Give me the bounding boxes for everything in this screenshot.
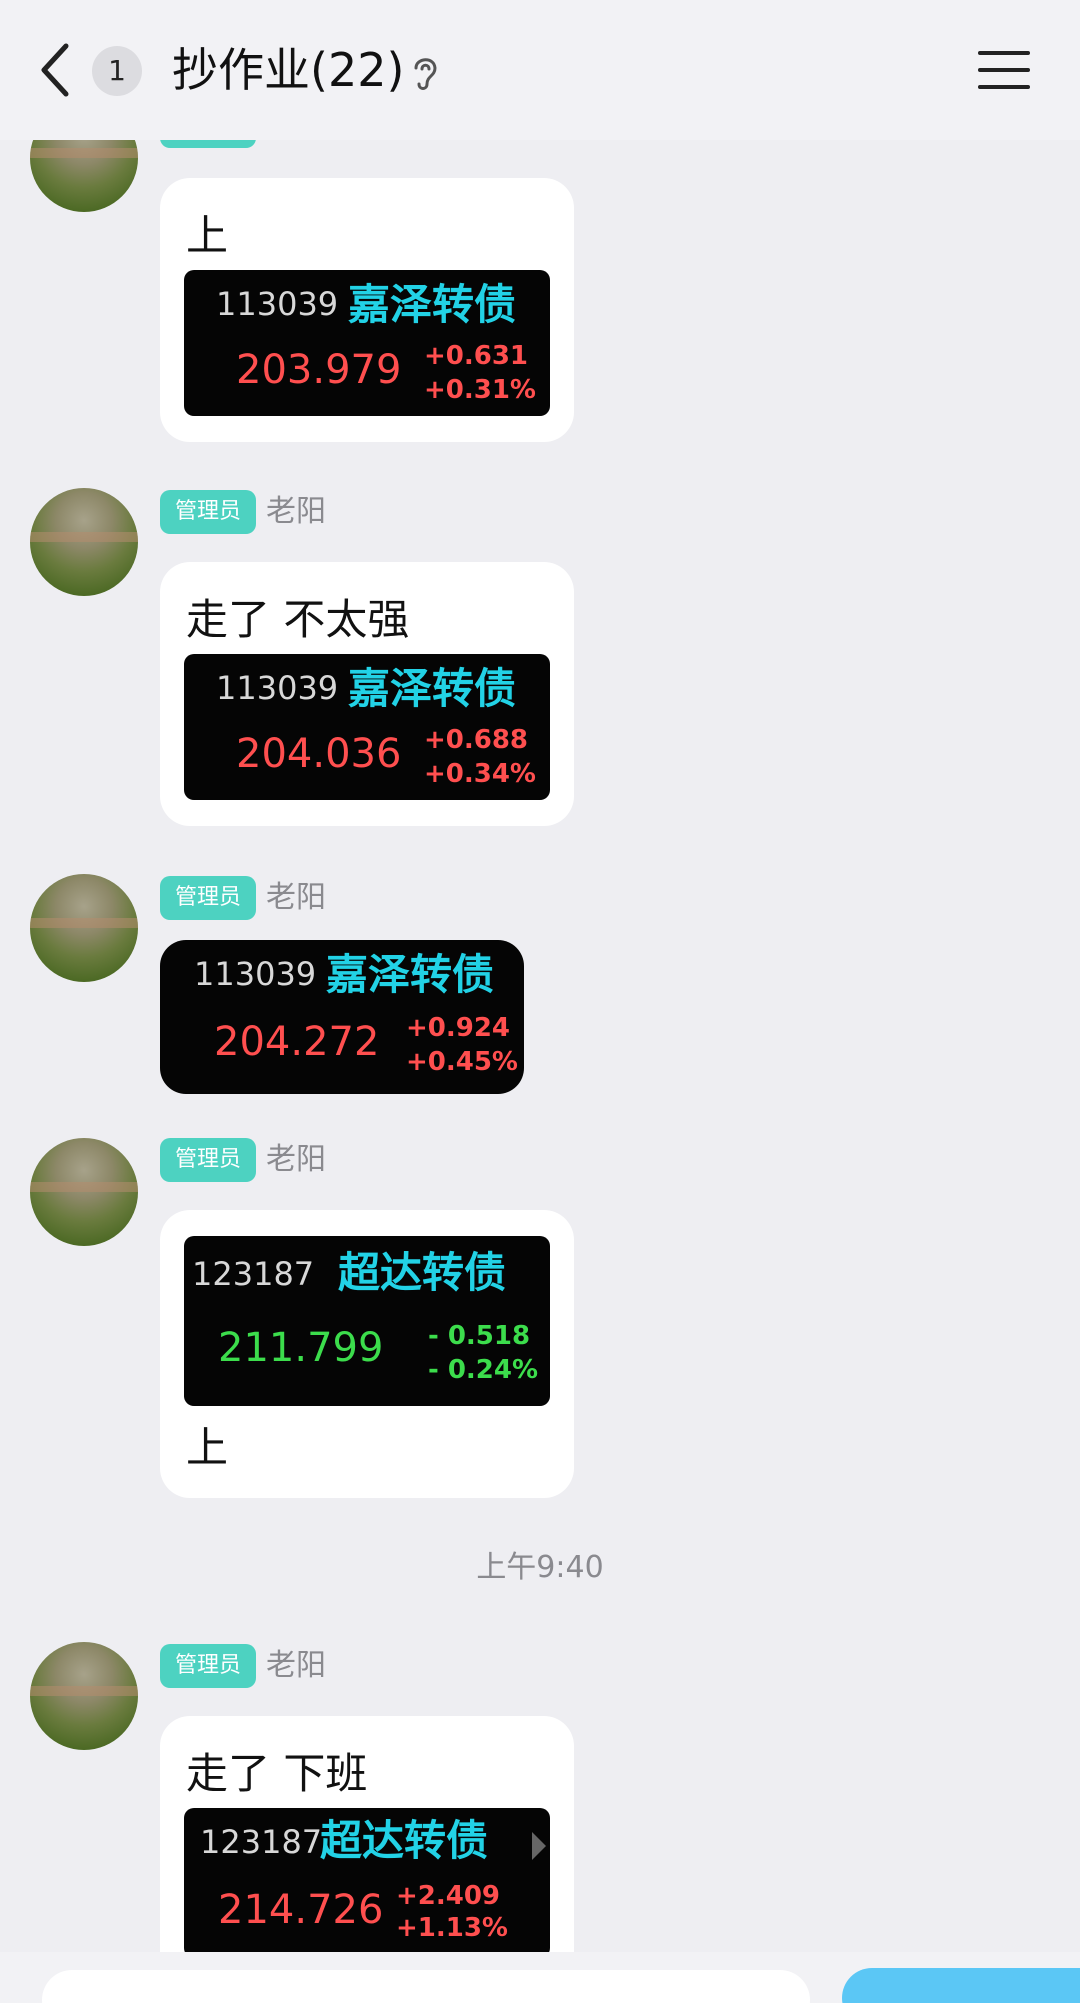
quote-change-percent: +0.31% xyxy=(424,375,536,405)
unread-count-badge[interactable]: 1 xyxy=(92,46,142,96)
back-icon[interactable] xyxy=(36,40,76,100)
quote-change-percent: +0.45% xyxy=(406,1047,518,1077)
sender-name: 老阳 xyxy=(266,1142,326,1177)
quote-name: 嘉泽转债 xyxy=(326,950,495,999)
quote-change-percent: +0.34% xyxy=(424,759,536,789)
quote-image[interactable]: 113039 嘉泽转债 204.272 +0.924 +0.45% xyxy=(160,940,524,1094)
input-bar xyxy=(0,1952,1080,2003)
quote-code: 123187 xyxy=(192,1255,315,1293)
avatar[interactable] xyxy=(30,874,138,982)
avatar[interactable] xyxy=(30,1138,138,1246)
quote-code: 113039 xyxy=(216,669,339,707)
quote-image[interactable]: 123187 超达转债 211.799 - 0.518 - 0.24% xyxy=(184,1236,550,1406)
menu-icon[interactable] xyxy=(978,48,1030,92)
quote-image[interactable]: 113039 嘉泽转债 204.036 +0.688 +0.34% xyxy=(184,654,550,800)
message-input[interactable] xyxy=(42,1970,810,2003)
quote-code: 123187 xyxy=(200,1823,323,1861)
quote-code: 113039 xyxy=(194,955,317,993)
quote-price: 203.979 xyxy=(236,347,402,393)
role-badge: 管理员 xyxy=(160,1644,256,1688)
message-bubble[interactable]: 上 113039 嘉泽转债 203.979 +0.631 +0.31% xyxy=(160,178,574,442)
time-separator: 上午9:40 xyxy=(476,1550,604,1585)
quote-image[interactable]: 123187 超达转债 214.726 +2.409 +1.13% xyxy=(184,1808,550,1958)
quote-price: 214.726 xyxy=(218,1887,384,1933)
message-bubble[interactable]: 走了 不太强 113039 嘉泽转债 204.036 +0.688 +0.34% xyxy=(160,562,574,826)
message-bubble[interactable]: 123187 超达转债 211.799 - 0.518 - 0.24% 上 xyxy=(160,1210,574,1498)
quote-name: 嘉泽转债 xyxy=(348,664,517,713)
quote-change: +2.409 xyxy=(396,1881,501,1911)
sender-name: 老阳 xyxy=(266,880,326,915)
avatar[interactable] xyxy=(30,1642,138,1750)
quote-change-percent: +1.13% xyxy=(396,1913,508,1943)
sender-name: 老阳 xyxy=(266,494,326,529)
role-badge: 管理员 xyxy=(160,490,256,534)
quote-price: 204.272 xyxy=(214,1019,380,1065)
quote-code: 113039 xyxy=(216,285,339,323)
send-button[interactable] xyxy=(842,1968,1080,2003)
quote-name: 超达转债 xyxy=(320,1816,489,1865)
role-badge: 管理员 xyxy=(160,1138,256,1182)
quote-change: - 0.518 xyxy=(428,1321,531,1351)
quote-change-percent: - 0.24% xyxy=(428,1355,539,1385)
quote-image[interactable]: 113039 嘉泽转债 203.979 +0.631 +0.31% xyxy=(184,270,550,416)
message-text: 上 xyxy=(186,1423,229,1472)
chat-title[interactable]: 抄作业(22) xyxy=(172,38,404,102)
role-badge: 管理员 xyxy=(160,876,256,920)
ear-icon[interactable] xyxy=(408,52,442,92)
message-text: 走了 下班 xyxy=(186,1749,368,1798)
quote-change: +0.631 xyxy=(424,341,529,371)
quote-change: +0.924 xyxy=(406,1013,511,1043)
sender-name: 老阳 xyxy=(266,1648,326,1683)
quote-name: 超达转债 xyxy=(338,1248,507,1297)
quote-price: 204.036 xyxy=(236,731,402,777)
message-text: 上 xyxy=(186,211,229,260)
message-text: 走了 不太强 xyxy=(186,595,410,644)
avatar[interactable] xyxy=(30,488,138,596)
play-arrow-icon xyxy=(532,1832,546,1860)
quote-price: 211.799 xyxy=(218,1325,384,1371)
quote-name: 嘉泽转债 xyxy=(348,280,517,329)
chat-header: 1 抄作业(22) xyxy=(0,0,1080,140)
quote-change: +0.688 xyxy=(424,725,529,755)
